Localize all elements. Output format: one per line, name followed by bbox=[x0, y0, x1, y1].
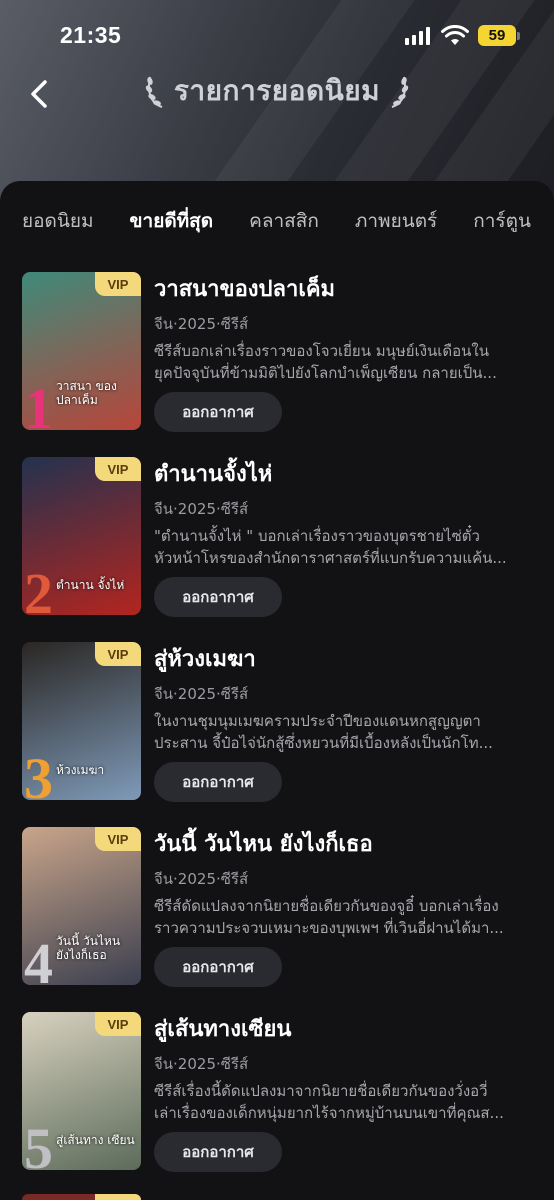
description-line: ยุคปัจจุบันที่ข้ามมิติไปยังโลกบำเพ็ญเซีย… bbox=[154, 364, 497, 382]
page-title-text: รายการยอดนิยม bbox=[173, 74, 381, 107]
item-title[interactable]: วันนี้ วันไหน ยังไงก็เธอ bbox=[154, 825, 538, 865]
broadcast-button[interactable]: ออกอากาศ bbox=[154, 392, 282, 432]
rank-number: 3 bbox=[24, 746, 53, 801]
item-description: ซีรีส์เรื่องนี้ดัดแปลงมาจากนิยายชื่อเดีย… bbox=[154, 1080, 538, 1124]
battery-indicator: 59 bbox=[478, 25, 516, 46]
description-line: หัวหน้าโหรของสำนักดาราศาสตร์ที่แบกรับควา… bbox=[154, 549, 507, 567]
list-item[interactable]: VIP ห้วงเมฆา 3 สู่ห้วงเมฆา จีน·2025·ซีรี… bbox=[0, 640, 554, 825]
list-item[interactable]: VIP วันนี้ วันไหน ยังไงก็เธอ 4 วันนี้ วั… bbox=[0, 825, 554, 1010]
broadcast-button[interactable]: ออกอากาศ bbox=[154, 1132, 282, 1172]
battery-tip bbox=[517, 32, 520, 40]
poster-caption: วาสนา ของปลาเค็ม bbox=[56, 379, 117, 408]
vip-badge: VIP bbox=[95, 457, 141, 481]
status-time: 21:35 bbox=[60, 22, 122, 48]
laurel-right-icon bbox=[391, 76, 409, 108]
category-tabs: ยอดนิยม ขายดีที่สุด คลาสสิก ภาพยนตร์ การ… bbox=[0, 188, 554, 254]
item-title[interactable]: สู่ห้วงเมฆา bbox=[154, 640, 538, 680]
ranking-list: VIP วาสนา ของปลาเค็ม 1 วาสนาของปลาเค็ม จ… bbox=[0, 270, 554, 1195]
vip-badge: VIP bbox=[95, 642, 141, 666]
item-meta: จีน·2025·ซีรีส์ bbox=[154, 315, 249, 333]
next-vip-badge-peek bbox=[95, 1194, 141, 1200]
description-line: ซีรีส์เรื่องนี้ดัดแปลงมาจากนิยายชื่อเดีย… bbox=[154, 1082, 488, 1100]
item-title[interactable]: ตำนานจั้งไห่ bbox=[154, 455, 538, 495]
poster-image[interactable]: VIP สู่เส้นทาง เซียน 5 bbox=[22, 1012, 141, 1170]
vip-badge: VIP bbox=[95, 827, 141, 851]
item-title[interactable]: สู่เส้นทางเซียน bbox=[154, 1010, 538, 1050]
item-meta: จีน·2025·ซีรีส์ bbox=[154, 870, 249, 888]
item-description: "ตำนานจั้งไห่ " บอกเล่าเรื่องราวของบุตรช… bbox=[154, 525, 538, 569]
poster-caption: ตำนาน จั้งไห่ bbox=[56, 578, 125, 593]
poster-image[interactable]: VIP วาสนา ของปลาเค็ม 1 bbox=[22, 272, 141, 430]
description-line: ในงานชุมนุมเมฆครามประจำปีของแดนหกสูญญตา bbox=[154, 712, 481, 730]
item-title[interactable]: วาสนาของปลาเค็ม bbox=[154, 270, 538, 310]
rank-number: 1 bbox=[24, 376, 53, 431]
poster-image[interactable]: VIP ตำนาน จั้งไห่ 2 bbox=[22, 457, 141, 615]
description-line: "ตำนานจั้งไห่ " บอกเล่าเรื่องราวของบุตรช… bbox=[154, 527, 480, 545]
rank-number: 4 bbox=[24, 931, 53, 986]
broadcast-button[interactable]: ออกอากาศ bbox=[154, 947, 282, 987]
status-bar: 21:35 59 bbox=[0, 0, 554, 72]
description-line: ซีรีส์บอกเล่าเรื่องราวของโจวเยี่ยน มนุษย… bbox=[154, 342, 489, 360]
poster-image[interactable]: VIP วันนี้ วันไหน ยังไงก็เธอ 4 bbox=[22, 827, 141, 985]
item-meta: จีน·2025·ซีรีส์ bbox=[154, 1055, 249, 1073]
description-line: ประสาน จี้ป๋อไจ่นักสู้ซึ่งหยวนที่มีเบื้อ… bbox=[154, 734, 493, 752]
description-line: ราวความประจวบเหมาะของบุพเพฯ ที่เวินอี่ฝา… bbox=[154, 919, 504, 937]
item-description: ซีรีส์ดัดแปลงจากนิยายชื่อเดียวกันของจูอี… bbox=[154, 895, 538, 939]
description-line: ซีรีส์ดัดแปลงจากนิยายชื่อเดียวกันของจูอี… bbox=[154, 897, 499, 915]
wifi-icon bbox=[441, 25, 469, 45]
list-item[interactable]: VIP วาสนา ของปลาเค็ม 1 วาสนาของปลาเค็ม จ… bbox=[0, 270, 554, 455]
poster-caption: ห้วงเมฆา bbox=[56, 763, 105, 778]
list-item[interactable]: VIP สู่เส้นทาง เซียน 5 สู่เส้นทางเซียน จ… bbox=[0, 1010, 554, 1195]
page-title: รายการยอดนิยม bbox=[0, 66, 554, 116]
item-description: ในงานชุมนุมเมฆครามประจำปีของแดนหกสูญญตา … bbox=[154, 710, 538, 754]
rank-number: 5 bbox=[24, 1116, 53, 1171]
cellular-signal-icon bbox=[405, 27, 430, 45]
item-meta: จีน·2025·ซีรีส์ bbox=[154, 685, 249, 703]
broadcast-button[interactable]: ออกอากาศ bbox=[154, 577, 282, 617]
poster-image[interactable]: VIP ห้วงเมฆา 3 bbox=[22, 642, 141, 800]
poster-caption: วันนี้ วันไหน ยังไงก็เธอ bbox=[56, 934, 121, 963]
item-meta: จีน·2025·ซีรีส์ bbox=[154, 500, 249, 518]
laurel-left-icon bbox=[145, 76, 163, 108]
poster-caption: สู่เส้นทาง เซียน bbox=[56, 1133, 135, 1148]
vip-badge: VIP bbox=[95, 1012, 141, 1036]
tab-movies[interactable]: ภาพยนตร์ bbox=[333, 206, 437, 236]
tab-best-selling[interactable]: ขายดีที่สุด bbox=[108, 206, 214, 236]
rank-number: 2 bbox=[24, 561, 53, 616]
item-description: ซีรีส์บอกเล่าเรื่องราวของโจวเยี่ยน มนุษย… bbox=[154, 340, 538, 384]
description-line: เล่าเรื่องของเด็กหนุ่มยากไร้จากหมู่บ้านบ… bbox=[154, 1104, 504, 1122]
broadcast-button[interactable]: ออกอากาศ bbox=[154, 762, 282, 802]
tab-classic[interactable]: คลาสสิก bbox=[227, 206, 319, 236]
tab-popular[interactable]: ยอดนิยม bbox=[0, 206, 94, 236]
tab-cartoon[interactable]: การ์ตูน bbox=[451, 206, 531, 236]
list-item[interactable]: VIP ตำนาน จั้งไห่ 2 ตำนานจั้งไห่ จีน·202… bbox=[0, 455, 554, 640]
vip-badge: VIP bbox=[95, 272, 141, 296]
